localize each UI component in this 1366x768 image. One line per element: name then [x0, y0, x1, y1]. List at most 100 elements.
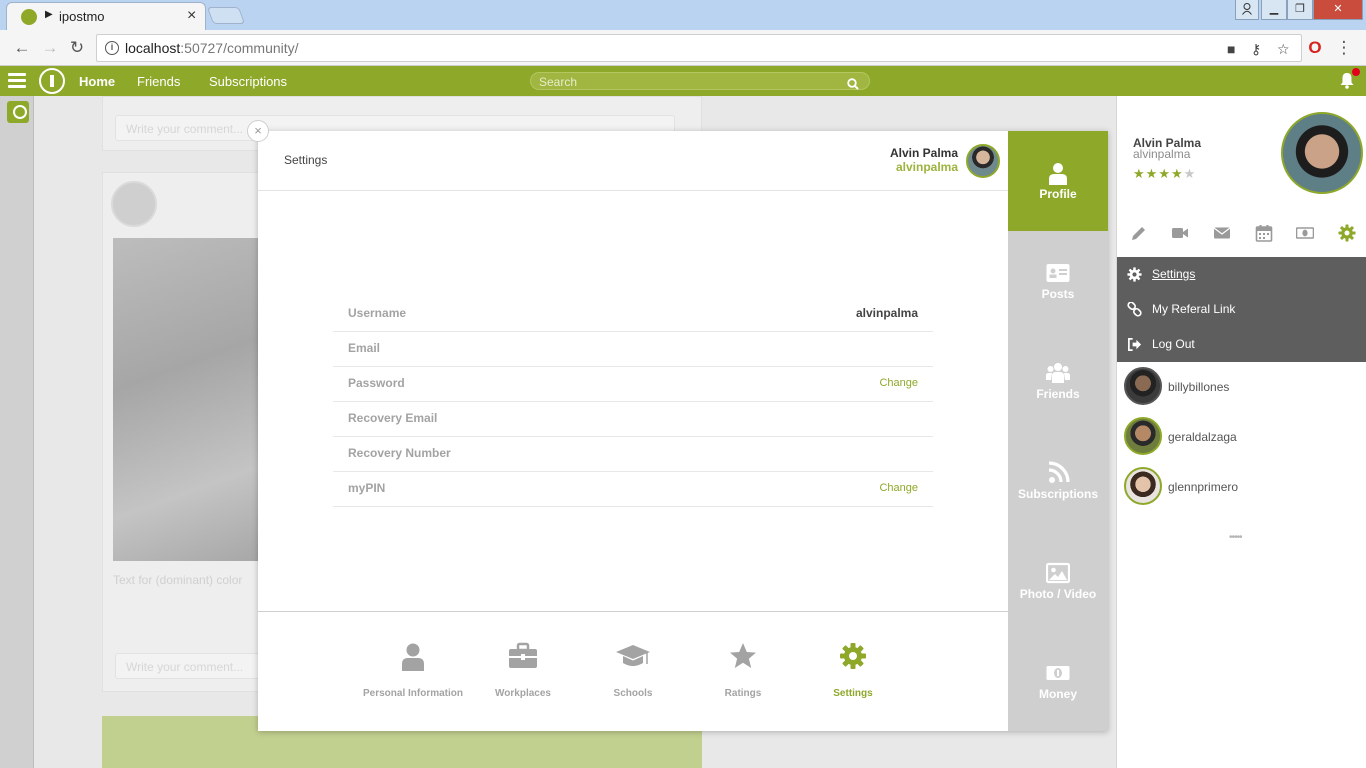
- profile-section-tabs: Personal Information Workplaces Schools …: [258, 611, 1008, 731]
- modal-user-name: Alvin Palma: [889, 146, 958, 160]
- settings-row-label: Recovery Email: [348, 411, 438, 425]
- nav-home-link[interactable]: Home: [79, 74, 115, 89]
- nav-subscriptions-link[interactable]: Subscriptions: [209, 74, 287, 89]
- friend-item[interactable]: billybillones: [1124, 367, 1364, 407]
- app-navbar: Home Friends Subscriptions: [0, 66, 1366, 96]
- tab-close-icon[interactable]: ×: [187, 7, 196, 25]
- side-tab-label: Money: [1038, 687, 1077, 701]
- opera-extension-icon[interactable]: O: [1305, 38, 1325, 58]
- friend-item[interactable]: geraldalzaga: [1124, 417, 1364, 457]
- search-icon[interactable]: [847, 75, 859, 93]
- more-friends-indicator[interactable]: •••••: [1229, 532, 1242, 543]
- tab-workplaces[interactable]: Workplaces: [468, 642, 578, 699]
- link-icon: [1127, 301, 1142, 322]
- friend-name: geraldalzaga: [1168, 430, 1237, 444]
- avatar[interactable]: [966, 144, 1000, 178]
- community-avatar-icon[interactable]: [7, 101, 29, 123]
- side-tab-friends[interactable]: Friends: [1008, 331, 1108, 431]
- notification-badge: [1352, 68, 1360, 76]
- tab-settings[interactable]: Settings: [798, 642, 908, 699]
- minimize-button[interactable]: ▁: [1261, 0, 1287, 20]
- avatar[interactable]: [1281, 112, 1363, 194]
- tab-label: Ratings: [724, 688, 762, 699]
- browser-tab[interactable]: ▶ ipostmo ×: [6, 2, 206, 30]
- account-dropdown-menu: Settings My Referal Link Log Out: [1117, 257, 1366, 362]
- image-icon: [1045, 561, 1071, 585]
- browser-menu-icon[interactable]: ⋮: [1334, 38, 1354, 58]
- star-empty-icon: ★: [1183, 166, 1197, 181]
- rating-stars: ★★★★★: [1133, 166, 1196, 182]
- settings-row-email: Email: [333, 332, 933, 367]
- change-mypin-link[interactable]: Change: [879, 482, 918, 494]
- forward-icon[interactable]: →: [40, 38, 60, 58]
- side-tab-posts[interactable]: Posts: [1008, 231, 1108, 331]
- side-tab-label: Posts: [1041, 287, 1075, 301]
- modal-header: Settings Alvin Palma alvinpalma: [258, 131, 1008, 191]
- side-tab-profile[interactable]: Profile: [1008, 131, 1108, 231]
- star-filled-icon: ★: [1145, 166, 1159, 181]
- pencil-icon[interactable]: [1130, 224, 1148, 242]
- back-icon[interactable]: ←: [12, 38, 32, 58]
- ipostmo-logo[interactable]: [39, 68, 65, 94]
- side-tab-photo-video[interactable]: Photo / Video: [1008, 531, 1108, 631]
- key-icon[interactable]: ⚷: [1251, 41, 1261, 58]
- id-card-icon: [1046, 261, 1070, 285]
- tab-label: Personal Information: [362, 688, 463, 699]
- bookmark-star-icon[interactable]: ☆: [1277, 41, 1290, 58]
- side-tab-label: Friends: [1036, 387, 1080, 401]
- money-icon[interactable]: [1295, 224, 1315, 242]
- search-input[interactable]: [539, 74, 839, 89]
- hamburger-menu-icon[interactable]: [8, 73, 26, 89]
- gear-icon[interactable]: [1338, 224, 1356, 242]
- video-camera-icon[interactable]: [1171, 224, 1189, 242]
- side-tab-subscriptions[interactable]: Subscriptions: [1008, 431, 1108, 531]
- search-bar: [530, 72, 870, 90]
- star-filled-icon: ★: [1170, 166, 1184, 181]
- settings-row-value: alvinpalma: [855, 306, 918, 320]
- profile-handle: alvinpalma: [1133, 147, 1191, 161]
- avatar: [1124, 417, 1162, 455]
- profile-action-icons: [1117, 224, 1366, 244]
- url-text: localhost:50727/community/: [125, 40, 299, 56]
- tab-label: Workplaces: [495, 688, 551, 699]
- tab-personal-information[interactable]: Personal Information: [358, 642, 468, 699]
- friend-item[interactable]: glennprimero: [1124, 467, 1364, 507]
- avatar: [1124, 367, 1162, 405]
- info-icon[interactable]: i: [105, 41, 119, 55]
- menu-item-log-out[interactable]: Log Out: [1117, 327, 1366, 362]
- calendar-icon[interactable]: [1255, 224, 1273, 242]
- url-field[interactable]: i localhost:50727/community/ ■ ⚷ ☆: [96, 34, 1302, 62]
- nav-friends-link[interactable]: Friends: [137, 74, 180, 89]
- left-sidebar-strip: [0, 96, 34, 768]
- post-caption: Text for (dominant) color: [113, 573, 243, 587]
- side-tab-money[interactable]: Money: [1008, 631, 1108, 731]
- change-password-link[interactable]: Change: [879, 377, 918, 389]
- audio-playing-icon: ▶: [45, 9, 53, 20]
- maximize-button[interactable]: ❐: [1287, 0, 1313, 20]
- envelope-icon[interactable]: [1213, 224, 1231, 242]
- site-favicon-icon: [21, 9, 37, 25]
- settings-modal: Settings Alvin Palma alvinpalma Username…: [258, 131, 1108, 731]
- star-icon: [688, 642, 798, 676]
- window-close-button[interactable]: ✕: [1313, 0, 1363, 20]
- briefcase-icon: [468, 642, 578, 676]
- settings-row-label: Username: [348, 306, 407, 320]
- tab-ratings[interactable]: Ratings: [688, 642, 798, 699]
- camera-icon[interactable]: ■: [1227, 41, 1235, 57]
- graduation-cap-icon: [578, 642, 688, 676]
- modal-close-icon[interactable]: ×: [247, 120, 269, 142]
- new-tab-button[interactable]: [206, 7, 246, 24]
- profile-icon[interactable]: [1235, 0, 1259, 20]
- menu-item-settings[interactable]: Settings: [1117, 257, 1366, 292]
- reload-icon[interactable]: ↻: [67, 38, 87, 58]
- tab-schools[interactable]: Schools: [578, 642, 688, 699]
- settings-row-label: Password: [348, 376, 405, 390]
- profile-side-tabs: Profile Posts Friends Subscriptions Phot…: [1008, 131, 1108, 731]
- gear-icon: [1127, 267, 1142, 287]
- settings-row-label: Email: [348, 341, 381, 355]
- modal-user-handle: alvinpalma: [895, 160, 958, 174]
- settings-row-label: myPIN: [348, 481, 386, 495]
- browser-tab-title: ipostmo: [59, 9, 105, 24]
- menu-item-referal-link[interactable]: My Referal Link: [1117, 292, 1366, 327]
- user-icon: [1046, 161, 1070, 185]
